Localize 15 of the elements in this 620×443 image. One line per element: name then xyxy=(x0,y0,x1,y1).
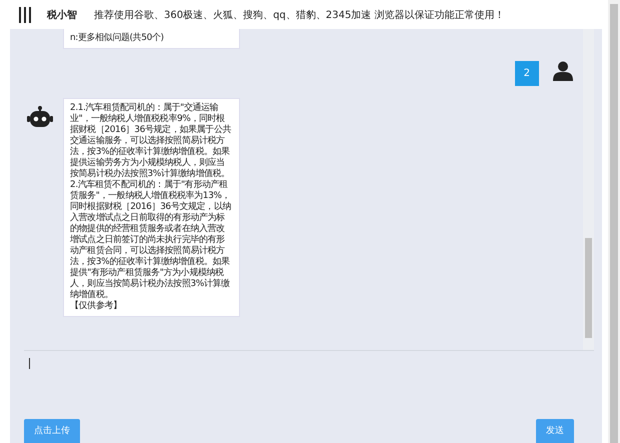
scrollbar[interactable] xyxy=(583,29,594,350)
app-name: 税小智 xyxy=(47,8,77,22)
send-button[interactable]: 发送 xyxy=(536,419,574,443)
user-message: 2 xyxy=(514,61,539,86)
upload-button[interactable]: 点击上传 xyxy=(24,419,80,443)
message-text: 2.汽车租赁不配司机的：属于"有形动产租赁服务"，一般纳税人增值税税率为13%，同时根据财税［2016］36号文规定，以纳入营改增试点之日前取得的有形动产为标的物提供的经营租赁服务或者在纳入营改增试点之日前签订的尚未执行完毕的有形动产租赁合同，可以选择按照简易计税方法，按3%的征收率计算缴纳增值税。如果提供"有形动产租赁服务"方为小规模纳税人，则应当按简易计税办法按照3%计算缴纳增值税。 xyxy=(70,180,232,300)
page-scrollbar[interactable] xyxy=(608,0,620,443)
menu-icon[interactable] xyxy=(19,6,31,22)
message-text: 2.1.汽车租赁配司机的：属于"交通运输业"，一般纳税人增值税税率9%，同时根据财税［2016］36号规定，如果属于公共交通运输服务，可以选择按照简易计税方法，按3%的征收率计算缴纳增值税。如果提供运输劳务方为小规模纳税人，则应当按简易计税办法按照3%计算缴纳增值税。 xyxy=(70,103,232,180)
user-avatar-icon xyxy=(553,61,573,81)
text-cursor xyxy=(29,358,30,369)
message-text: n:更多相似问题(共50个) xyxy=(70,33,165,44)
browser-notice: 推荐使用谷歌、360极速、火狐、搜狗、qq、猎豹、2345加速 浏览器以保证功能正常使用！ xyxy=(94,8,504,22)
message-text: 【仅供参考】 xyxy=(70,301,123,312)
robot-icon xyxy=(27,106,53,130)
